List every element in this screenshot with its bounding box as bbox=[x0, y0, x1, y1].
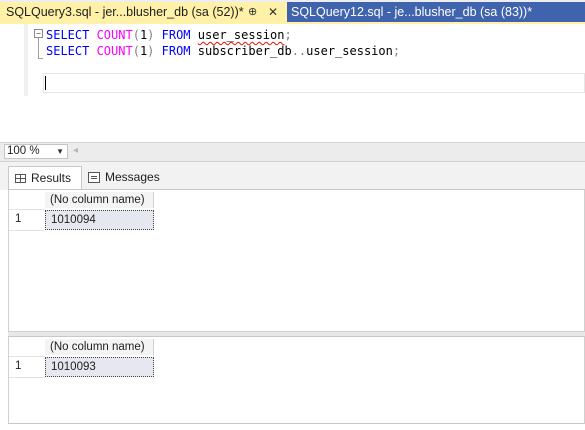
text-caret bbox=[45, 76, 46, 90]
column-header[interactable]: (No column name) bbox=[45, 192, 154, 208]
row-divider bbox=[9, 209, 45, 210]
zoom-dropdown[interactable]: 100 % ▼ bbox=[4, 144, 68, 159]
keyword: SELECT bbox=[46, 44, 97, 58]
zoom-value: 100 % bbox=[7, 145, 40, 157]
keyword: FROM bbox=[154, 28, 198, 42]
tab-results[interactable]: Results bbox=[8, 166, 82, 190]
collapse-icon[interactable]: − bbox=[34, 29, 43, 38]
tab-sqlquery12[interactable]: SQLQuery12.sql - je...blusher_db (sa (83… bbox=[287, 2, 585, 22]
paren: ( bbox=[132, 28, 140, 42]
function-name: COUNT bbox=[96, 44, 133, 58]
code-text[interactable]: SELECT COUNT(1) FROM user_session; SELEC… bbox=[46, 27, 400, 59]
scroll-left-icon[interactable]: ◂ bbox=[73, 145, 78, 156]
table-name: user_session bbox=[306, 44, 393, 58]
outline-line bbox=[38, 38, 39, 58]
current-line-highlight bbox=[43, 73, 585, 93]
row-divider bbox=[9, 356, 45, 357]
zoom-bar: 100 % ▼ ◂ bbox=[0, 143, 585, 162]
chevron-down-icon[interactable]: ▼ bbox=[56, 145, 64, 158]
tab-title: SQLQuery3.sql - jer...blusher_db (sa (52… bbox=[6, 5, 244, 19]
results-grid-2[interactable]: (No column name) 1 1010093 bbox=[8, 336, 585, 424]
outline-end bbox=[38, 58, 43, 59]
column-header[interactable]: (No column name) bbox=[45, 339, 154, 355]
messages-icon bbox=[88, 172, 100, 183]
row-number[interactable]: 1 bbox=[15, 213, 21, 225]
semicolon: ; bbox=[284, 28, 292, 42]
database-name: subscriber_db bbox=[197, 44, 292, 58]
code-line-1: SELECT COUNT(1) FROM user_session; bbox=[46, 28, 292, 42]
code-line-2: SELECT COUNT(1) FROM subscriber_db..user… bbox=[46, 44, 400, 58]
row-divider bbox=[9, 377, 45, 378]
results-tab-strip: Results Messages bbox=[0, 162, 585, 190]
results-grid-1[interactable]: (No column name) 1 1010094 bbox=[8, 189, 585, 331]
result-cell[interactable]: 1010094 bbox=[45, 210, 154, 230]
tab-title: SQLQuery12.sql - je...blusher_db (sa (83… bbox=[291, 5, 533, 19]
keyword: FROM bbox=[154, 44, 198, 58]
selection-margin bbox=[24, 24, 28, 96]
result-cell[interactable]: 1010093 bbox=[45, 357, 154, 377]
query-editor[interactable]: − SELECT COUNT(1) FROM user_session; SEL… bbox=[0, 24, 585, 143]
keyword: SELECT bbox=[46, 28, 97, 42]
row-divider bbox=[9, 230, 45, 231]
dots: .. bbox=[291, 44, 307, 58]
tab-sqlquery3[interactable]: SQLQuery3.sql - jer...blusher_db (sa (52… bbox=[0, 2, 287, 22]
row-number[interactable]: 1 bbox=[15, 360, 21, 372]
tab-results-label: Results bbox=[31, 171, 72, 185]
paren: ( bbox=[132, 44, 140, 58]
grid-icon bbox=[15, 174, 26, 183]
semicolon: ; bbox=[392, 44, 401, 58]
close-icon[interactable]: ✕ bbox=[268, 2, 278, 22]
function-name: COUNT bbox=[96, 28, 133, 42]
document-tab-strip: SQLQuery3.sql - jer...blusher_db (sa (52… bbox=[0, 0, 585, 24]
pin-icon[interactable]: ⊕ bbox=[248, 2, 257, 22]
tab-messages[interactable]: Messages bbox=[84, 166, 164, 190]
tab-messages-label: Messages bbox=[105, 170, 160, 184]
table-name: user_session bbox=[197, 28, 285, 42]
